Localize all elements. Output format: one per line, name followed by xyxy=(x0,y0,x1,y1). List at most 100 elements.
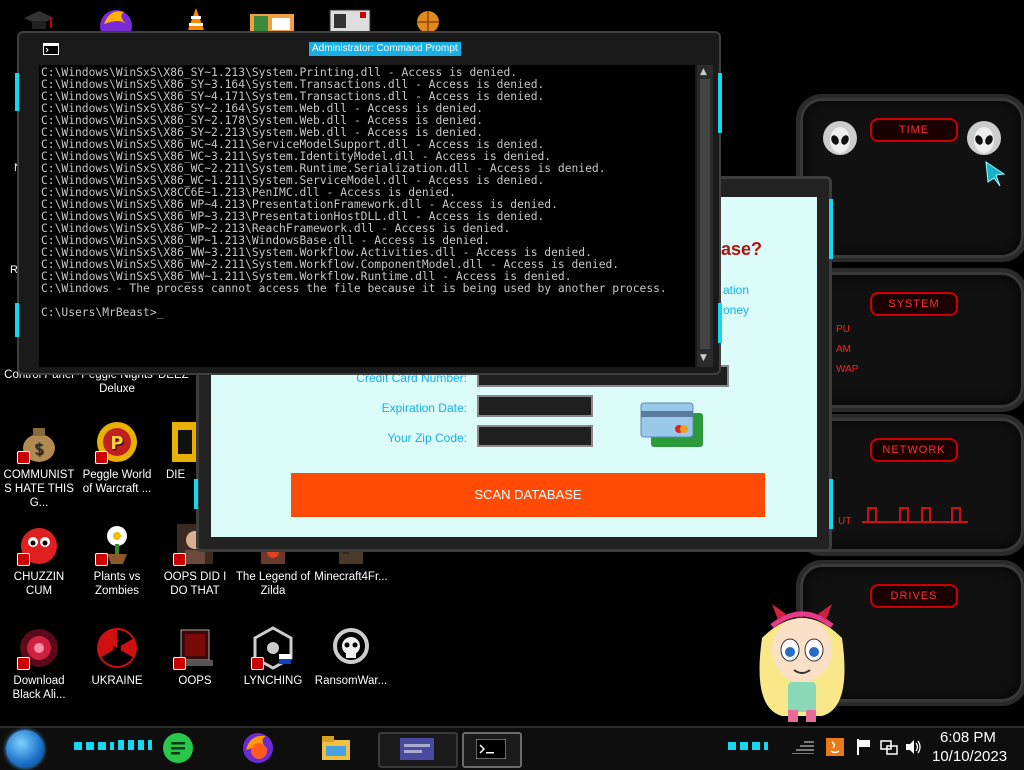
cmd-scrollbar[interactable]: ▲ ▼ xyxy=(697,65,713,367)
cmd-line: C:\Users\MrBeast>_ xyxy=(41,306,164,319)
taskbar-accent-left-2 xyxy=(118,740,152,750)
desktop-icon-label: Peggle World of Warcraft ... xyxy=(82,469,152,495)
notes-app-icon xyxy=(163,733,193,763)
network-graph-icon xyxy=(862,507,968,523)
cmd-line: C:\Windows - The process cannot access t… xyxy=(41,282,667,295)
window-accent xyxy=(718,73,722,133)
desktop-icon-label: CHUZZIN CUM xyxy=(13,571,65,597)
desktop-icon-plants[interactable]: Plants vs Zombies xyxy=(78,522,156,598)
character-icon xyxy=(759,604,845,722)
desktop-icon-label: Plants vs Zombies xyxy=(93,571,141,597)
gadget-network-title: NETWORK xyxy=(870,438,958,462)
scroll-up-arrow-icon[interactable]: ▲ xyxy=(700,67,707,77)
cmd-title: Administrator: Command Prompt xyxy=(309,42,461,56)
desktop-icon-label: COMMUNISTS HATE THIS G... xyxy=(3,469,75,509)
desktop-icon-label: Download Black Ali... xyxy=(12,675,66,701)
desktop-icon-label: OOPS DID I DO THAT xyxy=(163,571,227,597)
expiration-input[interactable] xyxy=(477,395,593,417)
tray-flag-icon[interactable] xyxy=(856,738,872,756)
window-accent xyxy=(829,199,833,259)
cmd-output[interactable]: C:\Windows\WinSxS\X86_SY~1.213\System.Pr… xyxy=(39,65,695,367)
window-accent xyxy=(718,303,722,343)
svg-text:$: $ xyxy=(34,439,44,458)
scan-database-button[interactable]: SCAN DATABASE xyxy=(291,473,765,517)
desktop-icon-top-2[interactable] xyxy=(96,6,136,42)
gadget-time-title: TIME xyxy=(870,118,958,142)
cpu-label: PU xyxy=(836,324,850,335)
desktop-icon-die[interactable]: DIE xyxy=(158,420,198,482)
vlc-icon xyxy=(188,8,204,30)
flower-pot-icon xyxy=(95,522,139,566)
taskbar-accent-left xyxy=(74,742,114,750)
form-heading: ase? xyxy=(721,239,763,259)
taskbar-app-notes[interactable] xyxy=(162,732,194,764)
desktop-icon-ransomware[interactable]: RansomWar... xyxy=(312,626,390,688)
desktop-icon-ukraine[interactable]: UKRAINE xyxy=(78,626,156,688)
alien-orb-icon xyxy=(17,626,61,670)
desktop-icon-top-3[interactable] xyxy=(182,6,210,34)
desktop-icon-communists[interactable]: $ COMMUNISTS HATE THIS G... xyxy=(0,420,78,510)
cursor-arrow-icon xyxy=(985,160,1006,187)
gadget-system-title: SYSTEM xyxy=(870,292,958,316)
window-accent xyxy=(194,479,198,509)
credit-cards-icon xyxy=(640,402,703,447)
taskbar-app-explorer[interactable] xyxy=(320,732,352,764)
desktop-icon-download[interactable]: Download Black Ali... xyxy=(0,626,78,702)
skull-icon xyxy=(329,626,373,670)
scroll-down-arrow-icon[interactable]: ▼ xyxy=(700,353,707,363)
cmd-app-icon xyxy=(43,43,59,55)
cartoon-character-gadget[interactable] xyxy=(752,598,852,724)
expiration-label: Expiration Date: xyxy=(381,401,467,415)
zip-label: Your Zip Code: xyxy=(387,431,467,445)
alien-head-icon xyxy=(967,121,1001,155)
taskbar-app-card-form[interactable] xyxy=(378,732,458,768)
tray-java-icon[interactable] xyxy=(826,738,844,756)
tray-stairs-icon xyxy=(792,741,814,754)
firefox-nightly-icon xyxy=(100,10,132,42)
tray-clock-date[interactable]: 10/10/2023 xyxy=(932,748,1007,765)
taskbar: 6:08 PM 10/10/2023 xyxy=(0,726,1024,770)
form-side-text-1: ation xyxy=(723,283,750,297)
taskbar-accent-right xyxy=(728,742,768,750)
desktop-icon-label: UKRAINE xyxy=(91,675,143,687)
window-preview-icon xyxy=(400,738,434,760)
desktop-icon-oops[interactable]: OOPS xyxy=(156,626,234,688)
tray-clock-time[interactable]: 6:08 PM xyxy=(940,729,996,746)
alien-head-icon xyxy=(823,121,857,155)
window-accent xyxy=(15,303,19,337)
zip-input[interactable] xyxy=(477,425,593,447)
network-icon xyxy=(251,626,295,670)
desktop-icon-label: OOPS xyxy=(178,675,212,687)
desktop-icon-lynching[interactable]: LYNCHING xyxy=(234,626,312,688)
taskbar-app-firefox[interactable] xyxy=(242,732,274,764)
taskbar-app-cmd[interactable] xyxy=(462,732,522,768)
radiation-icon xyxy=(95,626,139,670)
desktop-icon-chuzzin[interactable]: CHUZZIN CUM xyxy=(0,522,78,598)
terminal-icon xyxy=(476,739,506,759)
cmd-output-text: C:\Windows\WinSxS\X86_SY~1.213\System.Pr… xyxy=(39,65,695,319)
money-bag-icon: $ xyxy=(17,420,61,464)
tray-volume-icon[interactable] xyxy=(904,738,922,756)
net-out-label: UT xyxy=(838,516,852,527)
chuzzle-icon xyxy=(17,522,61,566)
desktop-icon-label: LYNCHING xyxy=(243,675,303,687)
gadget-drives-title: DRIVES xyxy=(870,584,958,608)
desktop-icon-peggle-world[interactable]: P Peggle World of Warcraft ... xyxy=(78,420,156,496)
window-accent xyxy=(15,73,19,111)
desktop-icon-label: Minecraft4Fr... xyxy=(314,571,388,583)
window-accent xyxy=(829,479,833,529)
firefox-icon xyxy=(243,733,273,763)
peggle-icon: P xyxy=(95,420,139,464)
start-button[interactable] xyxy=(6,730,44,768)
scroll-thumb[interactable] xyxy=(700,79,710,349)
svg-text:P: P xyxy=(110,433,123,454)
ram-label: AM xyxy=(836,344,851,355)
form-side-text-2: oney xyxy=(723,303,750,317)
swap-label: WAP xyxy=(836,364,859,375)
tray-network-icon[interactable] xyxy=(880,738,898,756)
laptop-icon xyxy=(173,626,217,670)
cmd-window[interactable]: Administrator: Command Prompt C:\Windows… xyxy=(15,31,722,375)
desktop-icon-label: RansomWar... xyxy=(314,675,388,687)
file-explorer-icon xyxy=(322,736,350,760)
desktop-icon-label: The Legend of Zilda xyxy=(235,571,311,597)
